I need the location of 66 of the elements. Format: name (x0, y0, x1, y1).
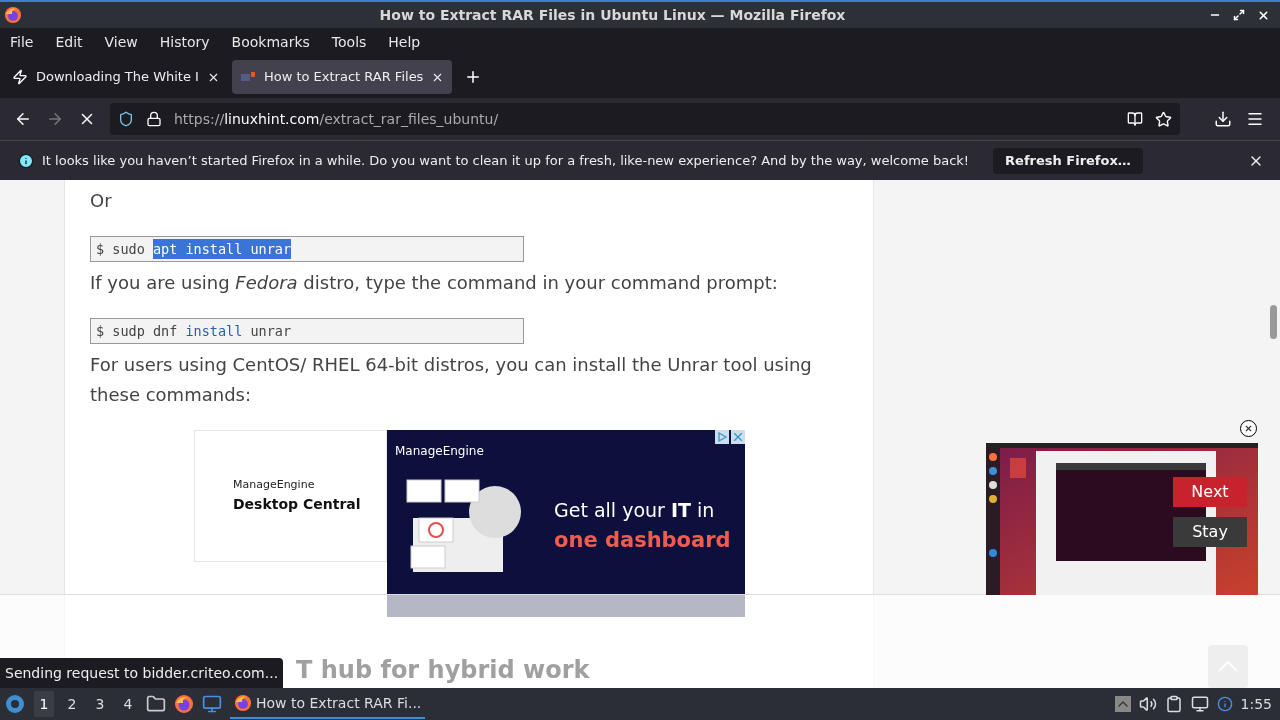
window-title: How to Extract RAR Files in Ubuntu Linux — Mozilla Firefox (378, 5, 847, 25)
browser-icon (234, 694, 252, 712)
product-name: Desktop Central (233, 494, 362, 514)
refresh-button[interactable]: Refresh Firefox… (993, 147, 1143, 174)
code-text: apt install unrar (152, 238, 292, 260)
video-button[interactable]: Stay (1173, 517, 1247, 547)
menu-item[interactable]: History (159, 31, 210, 53)
menu-item[interactable]: Tools (331, 31, 367, 53)
code-text: unrar (249, 321, 292, 341)
close-video-button[interactable] (1240, 420, 1257, 437)
menu-item[interactable]: View (104, 31, 138, 53)
menu-item[interactable]: Edit (55, 31, 83, 53)
scrollbar-thumb[interactable] (1270, 305, 1277, 339)
start-menu-icon[interactable] (4, 693, 26, 715)
download-icon[interactable] (1214, 110, 1232, 128)
taskbar-task[interactable]: How to Extract RAR Fi... (230, 689, 426, 719)
bolt-icon (12, 69, 28, 85)
browser-tab[interactable]: Downloading The White I (4, 60, 228, 94)
browser-tab[interactable]: How to Extract RAR Files (231, 60, 453, 94)
menu-item[interactable]: Help (388, 31, 421, 53)
ad-headline: Get all your IT in (554, 498, 716, 523)
info-icon (18, 152, 34, 169)
paragraph: Or (90, 189, 113, 213)
code-text: $ sudo (96, 239, 146, 259)
close-icon[interactable] (1257, 8, 1270, 22)
faded-heading: T hub for hybrid work (296, 656, 590, 684)
desktop-icon[interactable] (202, 694, 222, 714)
shield-icon[interactable] (118, 111, 134, 127)
brand-logo: ManageEngine (233, 477, 316, 494)
tab-title: How to Extract RAR Files (263, 68, 424, 87)
video-player[interactable]: Next Stay (986, 443, 1258, 595)
browser-icon (4, 6, 22, 24)
code-text: $ sudp dnf (96, 321, 179, 341)
notification-icon[interactable] (1216, 696, 1233, 712)
video-button[interactable]: Next (1173, 477, 1247, 507)
close-icon (1244, 424, 1253, 433)
brand-logo: ManageEngine (395, 443, 484, 460)
forward-icon[interactable] (46, 110, 64, 128)
browser-icon[interactable] (174, 694, 194, 714)
code-text: install (185, 321, 243, 341)
notification-message: It looks like you haven’t started Firefox in a while. Do you want to clean it up for a fresh, like-new experience? And by the way, welcome back! (42, 151, 970, 170)
address-bar[interactable]: https://linuxhint.com/extract_rar_files_ubuntu/ (110, 103, 1180, 135)
lock-icon[interactable] (146, 111, 162, 127)
clock: 1:55 (1240, 694, 1272, 714)
paragraph: For users using CentOS/ RHEL 64-bit distros, you can install the Unrar tool using these commands: (90, 353, 813, 407)
paragraph: If you are using Fedora distro, type the command in your command prompt: (90, 271, 779, 295)
menu-item[interactable]: Bookmarks (231, 31, 310, 53)
reader-icon[interactable] (1127, 111, 1143, 127)
task-title: How to Extract RAR Fi... (256, 693, 422, 713)
bookmark-star-icon[interactable] (1155, 110, 1172, 128)
clipboard-icon[interactable] (1164, 695, 1183, 713)
folder-icon[interactable] (146, 694, 166, 714)
menu-item[interactable]: File (10, 31, 34, 53)
workspace-button[interactable]: 1 (34, 691, 54, 717)
site-icon (239, 71, 256, 83)
menu-icon[interactable] (1246, 110, 1264, 128)
url-text: https://linuxhint.com/extract_rar_files_ubuntu/ (174, 109, 500, 129)
workspace-button[interactable]: 4 (118, 691, 138, 717)
volume-icon[interactable] (1138, 695, 1157, 713)
ad-highlight: one dashboard (554, 526, 731, 554)
back-icon[interactable] (14, 110, 32, 128)
tab-title: Downloading The White I (36, 68, 199, 87)
workspace-button[interactable]: 2 (62, 691, 82, 717)
workspace-button[interactable]: 3 (90, 691, 110, 717)
status-tooltip: Sending request to bidder.criteo.com... (0, 658, 284, 688)
maximize-icon[interactable] (1233, 9, 1245, 21)
